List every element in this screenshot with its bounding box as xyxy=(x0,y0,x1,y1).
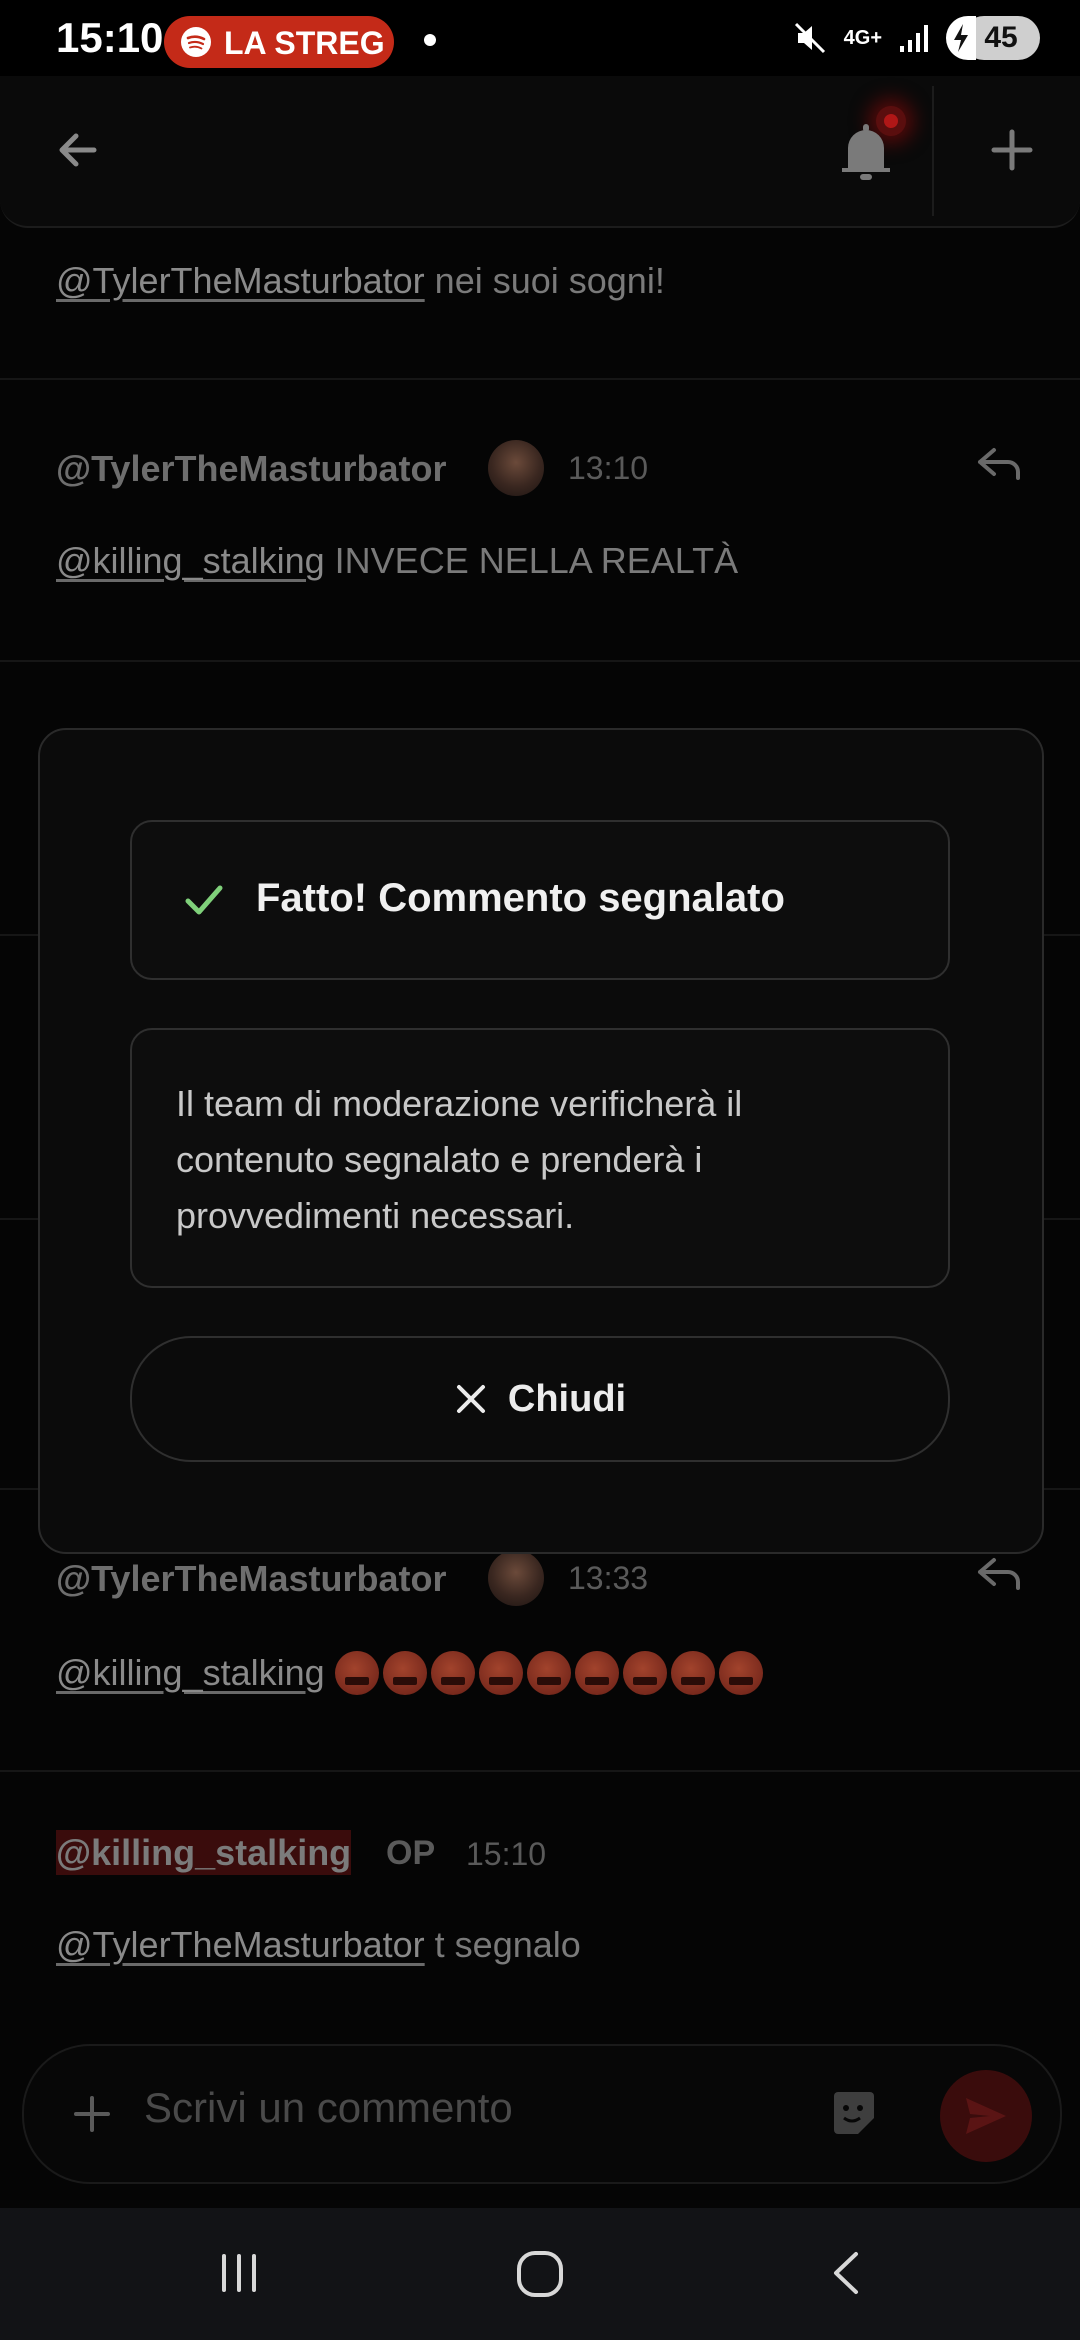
send-icon[interactable] xyxy=(960,2090,1012,2142)
cursing-face-icon xyxy=(622,1651,667,1696)
check-icon xyxy=(185,885,223,915)
comment-time: 13:10 xyxy=(568,450,649,486)
spotify-track-label: LA STREG xyxy=(224,25,385,61)
comment-item: @killing_stalking OP 15:10 @TylerTheMast… xyxy=(0,1772,1080,2012)
success-banner: Fatto! Commento segnalato xyxy=(130,820,950,980)
comment-text: INVECE NELLA REALTÀ xyxy=(324,540,739,581)
avatar[interactable] xyxy=(488,440,544,496)
comment-composer: Scrivi un commento xyxy=(22,2044,1062,2184)
status-bar: 15:10 LA STREG 4G+ 45 xyxy=(0,0,1080,76)
network-label: 4G+ xyxy=(843,27,882,49)
emoji-row xyxy=(334,1650,767,1696)
comment-time: 13:33 xyxy=(568,1560,649,1596)
comment-author[interactable]: @killing_stalking xyxy=(56,1830,352,1875)
comment-body: @TylerTheMasturbator nei suoi sogni! xyxy=(56,260,665,302)
cursing-face-icon xyxy=(478,1651,523,1696)
nav-back-icon[interactable] xyxy=(822,2248,872,2298)
cursing-face-icon xyxy=(334,1651,379,1696)
report-confirmation-dialog: Fatto! Commento segnalato Il team di mod… xyxy=(38,728,1044,1554)
comment-time: 15:10 xyxy=(466,1836,547,1872)
comment-item: @TylerTheMasturbator nei suoi sogni! xyxy=(0,228,1080,380)
system-nav-bar xyxy=(0,2208,1080,2340)
mention-link[interactable]: @TylerTheMasturbator xyxy=(56,1924,425,1965)
comment-item: @TylerTheMasturbator 13:33 @killing_stal… xyxy=(0,1530,1080,1772)
cursing-face-icon xyxy=(382,1651,427,1696)
cursing-face-icon xyxy=(574,1651,619,1696)
mute-icon xyxy=(794,22,825,54)
spotify-icon xyxy=(181,27,211,57)
cursing-face-icon xyxy=(430,1651,475,1696)
op-badge: OP xyxy=(386,1834,436,1872)
comment-body: @killing_stalking INVECE NELLA REALTÀ xyxy=(56,540,738,582)
info-panel: Il team di moderazione verificherà il co… xyxy=(130,1028,950,1288)
app-bar xyxy=(0,76,1080,228)
spotify-now-playing-pill[interactable]: LA STREG xyxy=(164,16,394,68)
mention-link[interactable]: @killing_stalking xyxy=(56,540,325,581)
home-icon[interactable] xyxy=(514,2248,566,2300)
mention-link[interactable]: @killing_stalking xyxy=(56,1652,325,1694)
close-icon xyxy=(456,1385,485,1413)
cursing-face-icon xyxy=(526,1651,571,1696)
app-bar-divider xyxy=(932,86,934,216)
comment-body: @TylerTheMasturbator t segnalo xyxy=(56,1924,581,1966)
cursing-face-icon xyxy=(718,1651,763,1696)
cursing-face-icon xyxy=(670,1651,715,1696)
mention-link[interactable]: @TylerTheMasturbator xyxy=(56,260,425,301)
comment-author[interactable]: @TylerTheMasturbator xyxy=(56,448,447,490)
op-author-name[interactable]: @killing_stalking xyxy=(56,1830,352,1875)
reply-icon[interactable] xyxy=(974,444,1024,484)
dialog-title: Fatto! Commento segnalato xyxy=(256,876,785,920)
comment-text: t segnalo xyxy=(424,1924,581,1965)
close-button-label: Chiudi xyxy=(507,1377,627,1420)
status-time: 15:10 xyxy=(56,14,164,61)
notification-dot xyxy=(424,34,436,46)
comment-body: @killing_stalking xyxy=(56,1650,767,1696)
status-icons: 4G+ 45 xyxy=(790,12,1040,64)
comment-item: @TylerTheMasturbator 13:10 @killing_stal… xyxy=(0,380,1080,662)
avatar[interactable] xyxy=(488,1550,544,1606)
charging-icon xyxy=(946,16,976,60)
comment-input[interactable]: Scrivi un commento xyxy=(144,2084,513,2132)
comment-text: nei suoi sogni! xyxy=(424,260,665,301)
close-button[interactable]: Chiudi xyxy=(130,1336,950,1462)
comment-author[interactable]: @TylerTheMasturbator xyxy=(56,1558,447,1600)
notification-badge xyxy=(884,114,898,128)
sticker-icon[interactable] xyxy=(826,2086,882,2142)
signal-icon xyxy=(900,25,928,52)
add-icon[interactable] xyxy=(984,122,1040,178)
dialog-message: Il team di moderazione verificherà il co… xyxy=(176,1083,743,1236)
reply-icon[interactable] xyxy=(974,1554,1024,1594)
add-attachment-icon[interactable] xyxy=(64,2086,120,2142)
recent-apps-icon[interactable] xyxy=(214,2248,264,2298)
back-arrow-icon[interactable] xyxy=(50,122,106,178)
